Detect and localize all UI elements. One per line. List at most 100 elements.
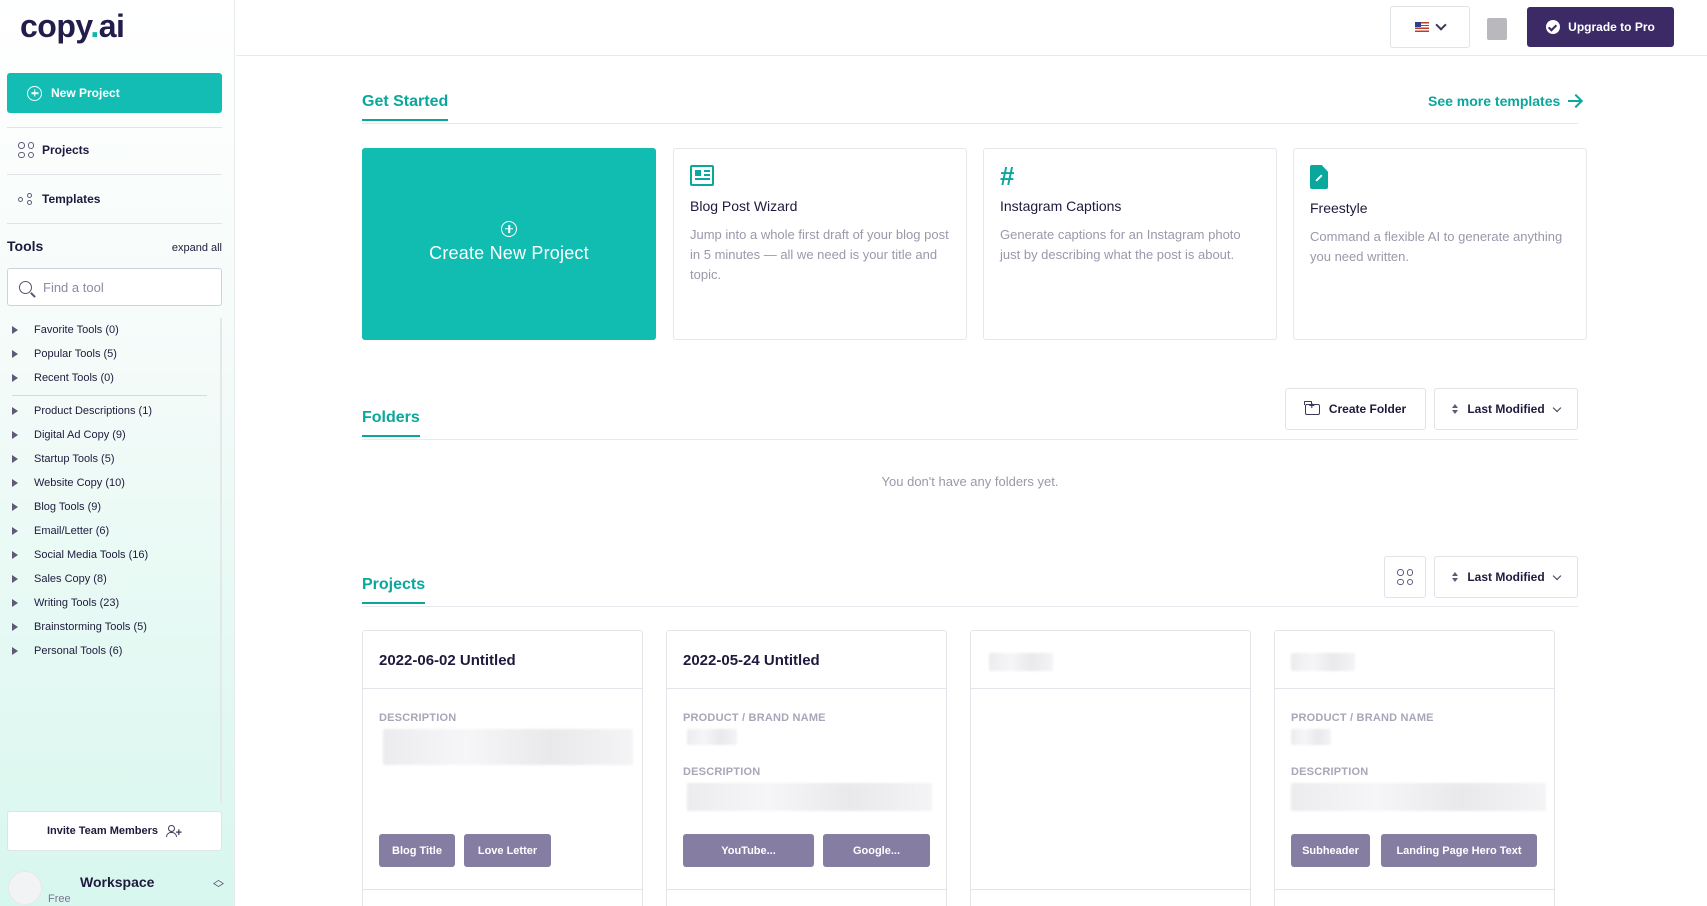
tool-group-popular[interactable]: Popular Tools (5) bbox=[12, 348, 117, 360]
tool-group-sales-copy[interactable]: Sales Copy (8) bbox=[12, 573, 107, 585]
caret-right-icon bbox=[12, 431, 18, 439]
projects-sort-dropdown[interactable]: Last Modified bbox=[1434, 556, 1578, 598]
caret-right-icon bbox=[12, 407, 18, 415]
expand-all-link[interactable]: expand all bbox=[172, 242, 222, 254]
project-title: 2022-05-24 Untitled bbox=[667, 631, 946, 689]
nav-templates[interactable]: Templates bbox=[18, 192, 100, 206]
caret-right-icon bbox=[12, 479, 18, 487]
project-card[interactable]: PRODUCT / BRAND NAME DESCRIPTION Subhead… bbox=[1274, 630, 1555, 906]
divider bbox=[362, 439, 1578, 440]
copyai-logo[interactable]: copy.ai bbox=[20, 8, 125, 45]
tool-chip[interactable]: YouTube... bbox=[683, 834, 814, 867]
user-avatar[interactable] bbox=[1487, 18, 1507, 40]
tool-group-recent[interactable]: Recent Tools (0) bbox=[12, 372, 114, 384]
project-card[interactable]: 2022-06-02 Untitled DESCRIPTION Blog Tit… bbox=[362, 630, 643, 906]
tool-group-brainstorming[interactable]: Brainstorming Tools (5) bbox=[12, 621, 147, 633]
workspace-name: Workspace bbox=[80, 874, 155, 890]
template-card-instagram-captions[interactable]: # Instagram Captions Generate captions f… bbox=[983, 148, 1277, 340]
tool-chip[interactable]: Subheader bbox=[1291, 834, 1370, 867]
invite-team-button[interactable]: Invite Team Members + bbox=[7, 811, 222, 851]
divider bbox=[362, 606, 1578, 607]
workspace-plan: Free bbox=[48, 893, 71, 905]
tool-group-website-copy[interactable]: Website Copy (10) bbox=[12, 477, 125, 489]
template-card-blog-post-wizard[interactable]: Blog Post Wizard Jump into a whole first… bbox=[673, 148, 967, 340]
caret-right-icon bbox=[12, 599, 18, 607]
field-label: PRODUCT / BRAND NAME bbox=[683, 712, 826, 724]
template-card-freestyle[interactable]: Freestyle Command a flexible AI to gener… bbox=[1293, 148, 1587, 340]
tool-group-blog[interactable]: Blog Tools (9) bbox=[12, 501, 101, 513]
flow-icon bbox=[18, 193, 34, 205]
language-selector[interactable] bbox=[1390, 6, 1470, 48]
tool-group-social-media[interactable]: Social Media Tools (16) bbox=[12, 549, 148, 561]
tool-group-product-descriptions[interactable]: Product Descriptions (1) bbox=[12, 405, 152, 417]
caret-right-icon bbox=[12, 326, 18, 334]
tool-chip[interactable]: Blog Title bbox=[379, 834, 455, 867]
divider bbox=[1275, 889, 1554, 890]
divider bbox=[7, 127, 222, 128]
user-plus-icon: + bbox=[166, 825, 182, 839]
section-title-folders[interactable]: Folders bbox=[362, 409, 420, 437]
project-title: 2022-06-02 Untitled bbox=[363, 631, 642, 689]
workspace-avatar bbox=[8, 871, 42, 905]
chevron-down-icon bbox=[1552, 571, 1561, 580]
tool-group-favorite[interactable]: Favorite Tools (0) bbox=[12, 324, 119, 336]
tool-chip[interactable]: Google... bbox=[823, 834, 930, 867]
redacted-text bbox=[1291, 783, 1546, 811]
sort-icon bbox=[1452, 404, 1459, 414]
upgrade-to-pro-button[interactable]: Upgrade to Pro bbox=[1527, 7, 1674, 47]
project-title bbox=[971, 631, 1250, 689]
tool-search bbox=[7, 268, 222, 306]
tool-group-writing[interactable]: Writing Tools (23) bbox=[12, 597, 119, 609]
create-folder-button[interactable]: Create Folder bbox=[1285, 388, 1426, 430]
tool-group-email-letter[interactable]: Email/Letter (6) bbox=[12, 525, 109, 537]
divider bbox=[362, 123, 1578, 124]
caret-right-icon bbox=[12, 503, 18, 511]
nav-projects[interactable]: Projects bbox=[18, 142, 89, 158]
caret-right-icon bbox=[12, 527, 18, 535]
tool-groups-list[interactable]: Favorite Tools (0) Popular Tools (5) Rec… bbox=[0, 318, 222, 803]
see-more-templates-link[interactable]: See more templates bbox=[1428, 93, 1581, 109]
template-title: Instagram Captions bbox=[1000, 198, 1122, 214]
file-pen-icon bbox=[1310, 165, 1328, 189]
new-project-button[interactable]: New Project bbox=[7, 73, 222, 113]
divider bbox=[971, 889, 1250, 890]
tool-group-digital-ad-copy[interactable]: Digital Ad Copy (9) bbox=[12, 429, 126, 441]
tool-group-personal[interactable]: Personal Tools (6) bbox=[12, 645, 122, 657]
chevron-down-icon bbox=[1552, 403, 1561, 412]
sort-icon bbox=[1452, 572, 1459, 582]
divider bbox=[667, 889, 946, 890]
project-card[interactable] bbox=[970, 630, 1251, 906]
newspaper-icon bbox=[690, 165, 714, 186]
divider bbox=[7, 223, 222, 224]
grid-view-toggle[interactable] bbox=[1384, 556, 1426, 598]
verified-badge-icon bbox=[1546, 20, 1561, 34]
template-title: Freestyle bbox=[1310, 200, 1368, 216]
tool-search-input[interactable] bbox=[43, 279, 203, 295]
grid-icon bbox=[1397, 569, 1413, 585]
chevron-down-icon bbox=[1435, 19, 1447, 31]
divider bbox=[363, 889, 642, 890]
plus-circle-icon bbox=[501, 220, 517, 237]
tool-chip[interactable]: Landing Page Hero Text bbox=[1381, 834, 1537, 867]
divider bbox=[7, 174, 222, 175]
hashtag-icon: # bbox=[1000, 161, 1015, 191]
search-icon bbox=[19, 280, 32, 294]
redacted-text bbox=[1291, 653, 1355, 671]
field-label: DESCRIPTION bbox=[379, 712, 457, 724]
us-flag-icon bbox=[1415, 22, 1429, 32]
tools-header: Tools expand all bbox=[7, 238, 222, 254]
template-description: Generate captions for an Instagram photo… bbox=[1000, 227, 1241, 262]
tool-chip[interactable]: Love Letter bbox=[464, 834, 551, 867]
tool-group-startup[interactable]: Startup Tools (5) bbox=[12, 453, 115, 465]
section-title-get-started[interactable]: Get Started bbox=[362, 93, 449, 121]
section-title-projects[interactable]: Projects bbox=[362, 576, 426, 604]
workspace-switcher[interactable]: Workspace Free ︿ ﹀ bbox=[8, 868, 228, 906]
caret-right-icon bbox=[12, 575, 18, 583]
redacted-text bbox=[1291, 729, 1331, 745]
grid-icon bbox=[18, 142, 34, 158]
create-new-project-card[interactable]: Create New Project bbox=[362, 148, 656, 340]
folders-sort-dropdown[interactable]: Last Modified bbox=[1434, 388, 1578, 430]
caret-right-icon bbox=[12, 350, 18, 358]
project-card[interactable]: 2022-05-24 Untitled PRODUCT / BRAND NAME… bbox=[666, 630, 947, 906]
empty-folders-message: You don't have any folders yet. bbox=[881, 474, 1059, 489]
